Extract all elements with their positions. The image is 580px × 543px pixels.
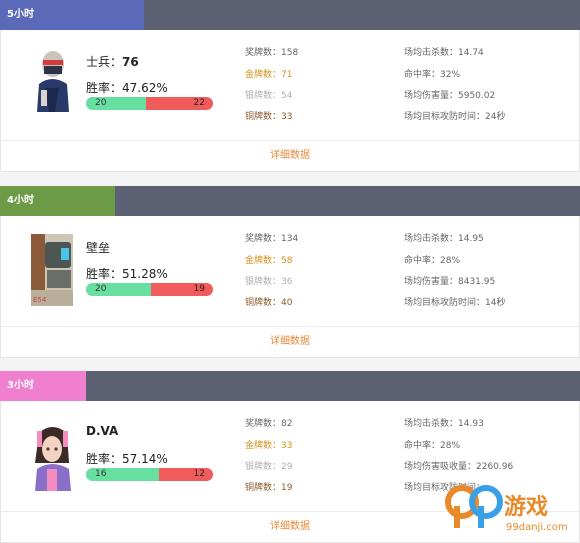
medals-stat: 奖牌数：158 bbox=[245, 48, 299, 58]
details-link[interactable]: 详细数据 bbox=[0, 326, 580, 358]
card-separator bbox=[0, 172, 580, 186]
bronze-medals-stat: 铜牌数：40 bbox=[245, 298, 293, 308]
hero-name: 士兵：76 bbox=[86, 55, 139, 69]
losses-segment: 12 bbox=[159, 468, 213, 481]
playtime-tag: 4小时 bbox=[0, 186, 115, 216]
accuracy-stat: 命中率：28% bbox=[404, 441, 461, 451]
bronze-medals-stat: 铜牌数：33 bbox=[245, 112, 293, 122]
card-separator bbox=[0, 358, 580, 372]
playtime-tag: 5小时 bbox=[0, 0, 144, 30]
wins-segment: 20 bbox=[86, 283, 151, 296]
avg-kills-stat: 场均击杀数：14.93 bbox=[404, 419, 484, 429]
avg-kills-stat: 场均击杀数：14.95 bbox=[404, 234, 484, 244]
win-loss-bar: 20 22 bbox=[86, 97, 213, 110]
avg-damage-stat: 场均伤害量：8431.95 bbox=[404, 277, 496, 287]
card-header: 3小时 bbox=[0, 371, 580, 401]
wins-count: 20 bbox=[95, 98, 107, 108]
win-loss-bar: 20 19 bbox=[86, 283, 213, 296]
gold-medals-stat: 金牌数：33 bbox=[245, 441, 293, 451]
card-header: 5小时 bbox=[0, 0, 580, 30]
accuracy-stat: 命中率：28% bbox=[404, 256, 461, 266]
objective-time-stat: 场均目标攻防时间：14秒 bbox=[404, 298, 506, 308]
win-rate: 胜率：47.62% bbox=[86, 81, 168, 95]
hero-avatar bbox=[31, 44, 73, 112]
wins-count: 16 bbox=[95, 469, 107, 479]
losses-count: 19 bbox=[193, 284, 205, 294]
silver-medals-stat: 银牌数：54 bbox=[245, 91, 293, 101]
details-link[interactable]: 详细数据 bbox=[0, 140, 580, 172]
losses-segment: 19 bbox=[151, 283, 213, 296]
hero-card: 4小时 E54 壁垒 胜率：51.28% 20 19 奖牌数：134 金牌数：5… bbox=[0, 186, 580, 358]
win-rate: 胜率：57.14% bbox=[86, 452, 168, 466]
objective-time-stat: 场均目标攻防时间：24秒 bbox=[404, 112, 506, 122]
losses-segment: 22 bbox=[146, 97, 213, 110]
wins-segment: 16 bbox=[86, 468, 159, 481]
wins-count: 20 bbox=[95, 284, 107, 294]
win-rate: 胜率：51.28% bbox=[86, 267, 168, 281]
medals-stat: 奖牌数：82 bbox=[245, 419, 293, 429]
card-body: E54 壁垒 胜率：51.28% 20 19 奖牌数：134 金牌数：58 银牌… bbox=[0, 216, 580, 326]
hero-avatar bbox=[31, 423, 73, 491]
card-body: 士兵：76 胜率：47.62% 20 22 奖牌数：158 金牌数：71 银牌数… bbox=[0, 30, 580, 140]
accuracy-stat: 命中率：32% bbox=[404, 70, 461, 80]
hero-card: 5小时 士兵：76 胜率：47.62% 20 22 奖牌数：158 金牌数：71… bbox=[0, 0, 580, 172]
silver-medals-stat: 银牌数：29 bbox=[245, 462, 293, 472]
losses-count: 22 bbox=[193, 98, 205, 108]
watermark-text: 游戏 bbox=[504, 494, 548, 520]
gold-medals-stat: 金牌数：58 bbox=[245, 256, 293, 266]
wins-segment: 20 bbox=[86, 97, 146, 110]
svg-text:E54: E54 bbox=[33, 296, 47, 304]
hero-name: 壁垒 bbox=[86, 241, 111, 255]
losses-count: 12 bbox=[193, 469, 205, 479]
silver-medals-stat: 银牌数：36 bbox=[245, 277, 293, 287]
win-loss-bar: 16 12 bbox=[86, 468, 213, 481]
watermark-url: 99danji.com bbox=[506, 522, 568, 533]
hero-avatar: E54 bbox=[31, 234, 73, 306]
avg-damage-stat: 场均伤害量：5950.02 bbox=[404, 91, 496, 101]
card-header: 4小时 bbox=[0, 186, 580, 216]
bronze-medals-stat: 铜牌数：19 bbox=[245, 483, 293, 493]
playtime-tag: 3小时 bbox=[0, 371, 86, 401]
gold-medals-stat: 金牌数：71 bbox=[245, 70, 293, 80]
medals-stat: 奖牌数：134 bbox=[245, 234, 299, 244]
avg-kills-stat: 场均击杀数：14.74 bbox=[404, 48, 484, 58]
avg-damage-stat: 场均伤害吸收量：2260.96 bbox=[404, 462, 514, 472]
hero-name: D.VA bbox=[86, 424, 119, 438]
site-watermark-logo: 游戏 99danji.com bbox=[442, 480, 572, 534]
